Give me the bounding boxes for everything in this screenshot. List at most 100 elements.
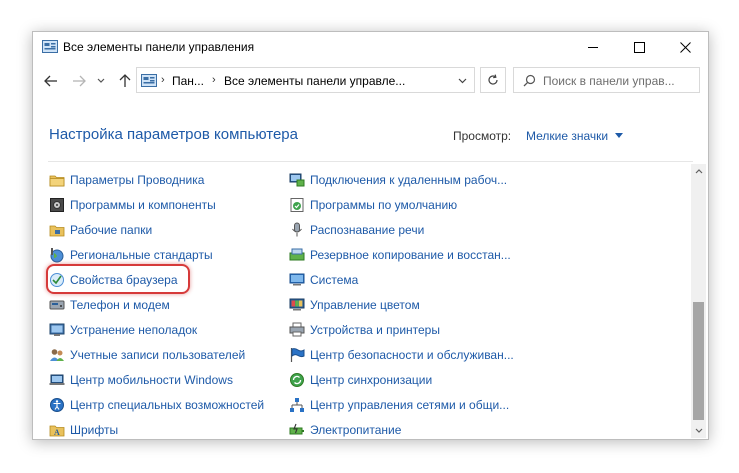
internet-options-icon xyxy=(50,273,64,287)
control-panel-app-icon xyxy=(42,40,58,53)
cp-item-label: Программы и компоненты xyxy=(70,198,216,212)
forward-button[interactable] xyxy=(68,70,90,92)
devices-printers-icon xyxy=(289,322,305,337)
chevron-down-icon xyxy=(97,78,105,83)
search-box[interactable]: Поиск в панели управ... xyxy=(513,67,700,93)
mobility-center-icon xyxy=(49,374,65,385)
divider xyxy=(48,161,693,162)
cp-item-label: Учетные записи пользователей xyxy=(70,348,246,362)
refresh-icon xyxy=(488,74,498,85)
backup-icon xyxy=(289,248,305,261)
cp-item-label: Рабочие папки xyxy=(70,223,153,237)
search-input[interactable]: Поиск в панели управ... xyxy=(543,74,675,88)
cp-item-network-center[interactable]: Центр управления сетями и общи... xyxy=(289,395,519,415)
search-icon xyxy=(523,74,536,87)
cp-item-power-options[interactable]: Электропитание xyxy=(289,420,519,439)
scroll-up-arrow-icon xyxy=(695,169,702,174)
view-mode-dropdown[interactable]: Мелкие значки xyxy=(526,129,608,143)
default-programs-icon xyxy=(290,198,304,212)
svg-text:A: A xyxy=(54,428,60,437)
cp-item-sync-center[interactable]: Центр синхронизации xyxy=(289,370,519,390)
cp-item-mobility-center[interactable]: Центр мобильности Windows xyxy=(49,370,279,390)
arrow-up-icon xyxy=(119,74,131,87)
up-button[interactable] xyxy=(114,70,136,92)
cp-item-label: Центр мобильности Windows xyxy=(70,373,233,387)
cp-item-label: Центр безопасности и обслуживан... xyxy=(310,348,514,362)
cp-item-default-programs[interactable]: Программы по умолчанию xyxy=(289,195,519,215)
cp-item-label: Устройства и принтеры xyxy=(310,323,440,337)
scroll-down-arrow-icon xyxy=(695,428,702,433)
cp-item-fonts[interactable]: A Шрифты xyxy=(49,420,279,439)
page-title: Настройка параметров компьютера xyxy=(49,126,298,143)
address-dropdown-button[interactable] xyxy=(453,72,471,90)
scroll-up-button[interactable] xyxy=(691,164,706,179)
color-management-icon xyxy=(289,298,305,311)
cp-item-speech-recognition[interactable]: Распознавание речи xyxy=(289,220,519,240)
minimize-button[interactable] xyxy=(570,32,616,62)
user-accounts-icon xyxy=(50,349,64,361)
vertical-scrollbar[interactable] xyxy=(691,164,706,438)
breadcrumb-separator-icon: › xyxy=(161,74,165,86)
view-label: Просмотр: xyxy=(453,129,512,143)
chevron-down-icon xyxy=(458,78,466,84)
control-panel-icon xyxy=(141,74,157,87)
ease-of-access-icon xyxy=(50,398,64,412)
refresh-button[interactable] xyxy=(480,67,506,93)
cp-item-backup[interactable]: Резервное копирование и восстан... xyxy=(289,245,519,265)
cp-item-label: Параметры Проводника xyxy=(70,173,205,187)
remote-desktop-icon xyxy=(289,173,305,187)
cp-item-devices-printers[interactable]: Устройства и принтеры xyxy=(289,320,519,340)
security-flag-icon xyxy=(290,348,305,362)
address-bar[interactable]: › Пан... › Все элементы панели управле..… xyxy=(136,67,475,93)
cp-item-work-folders[interactable]: Рабочие папки xyxy=(49,220,279,240)
cp-item-user-accounts[interactable]: Учетные записи пользователей xyxy=(49,345,279,365)
breadcrumb-item[interactable]: Пан... xyxy=(172,74,204,88)
cp-item-label: Подключения к удаленным рабоч... xyxy=(310,173,508,187)
sync-center-icon xyxy=(290,373,304,387)
region-icon xyxy=(50,248,64,263)
scrollbar-thumb[interactable] xyxy=(693,302,704,420)
cp-item-troubleshooting[interactable]: Устранение неполадок xyxy=(49,320,279,340)
network-center-icon xyxy=(290,398,304,412)
cp-item-security-maintenance[interactable]: Центр безопасности и обслуживан... xyxy=(289,345,519,365)
cp-item-label: Управление цветом xyxy=(310,298,420,312)
scroll-down-button[interactable] xyxy=(691,423,706,438)
close-icon xyxy=(679,41,691,53)
recent-locations-button[interactable] xyxy=(94,70,108,92)
troubleshooting-icon xyxy=(49,323,65,336)
cp-item-region[interactable]: Региональные стандарты xyxy=(49,245,279,265)
cp-item-label: Свойства браузера xyxy=(70,273,178,287)
cp-item-label: Система xyxy=(310,273,359,287)
title-bar: Все элементы панели управления xyxy=(33,32,708,62)
cp-item-remote-desktop[interactable]: Подключения к удаленным рабоч... xyxy=(289,170,519,190)
cp-item-label: Телефон и модем xyxy=(70,298,170,312)
cp-item-system[interactable]: Система xyxy=(289,270,519,290)
navigation-bar: › Пан... › Все элементы панели управле..… xyxy=(33,64,708,98)
system-icon xyxy=(289,273,305,286)
cp-item-phone-modem[interactable]: Телефон и модем xyxy=(49,295,279,315)
back-button[interactable] xyxy=(40,70,62,92)
cp-item-label: Шрифты xyxy=(70,423,119,437)
cp-item-ease-of-access[interactable]: Центр специальных возможностей xyxy=(49,395,279,415)
view-caret-down-icon[interactable] xyxy=(615,133,623,138)
cp-item-internet-options[interactable]: Свойства браузера xyxy=(49,270,279,290)
cp-item-label: Центр синхронизации xyxy=(310,373,433,387)
control-panel-window: Все элементы панели управления › Пан... … xyxy=(32,31,709,440)
cp-item-programs[interactable]: Программы и компоненты xyxy=(49,195,279,215)
phone-modem-icon xyxy=(49,300,65,310)
breadcrumb-item[interactable]: Все элементы панели управле... xyxy=(224,74,405,88)
close-button[interactable] xyxy=(662,32,708,62)
cp-item-folder-options[interactable]: Параметры Проводника xyxy=(49,170,279,190)
cp-item-label: Резервное копирование и восстан... xyxy=(310,248,511,262)
cp-item-color-management[interactable]: Управление цветом xyxy=(289,295,519,315)
breadcrumb-separator-icon: › xyxy=(212,74,216,86)
maximize-button[interactable] xyxy=(616,32,662,62)
cp-item-label: Электропитание xyxy=(310,423,402,437)
programs-icon xyxy=(50,198,64,212)
fonts-icon: A xyxy=(49,425,65,437)
cp-item-label: Региональные стандарты xyxy=(70,248,213,262)
window-title: Все элементы панели управления xyxy=(63,40,255,54)
cp-item-label: Центр специальных возможностей xyxy=(70,398,265,412)
cp-item-label: Устранение неполадок xyxy=(70,323,198,337)
arrow-left-icon xyxy=(44,75,57,87)
